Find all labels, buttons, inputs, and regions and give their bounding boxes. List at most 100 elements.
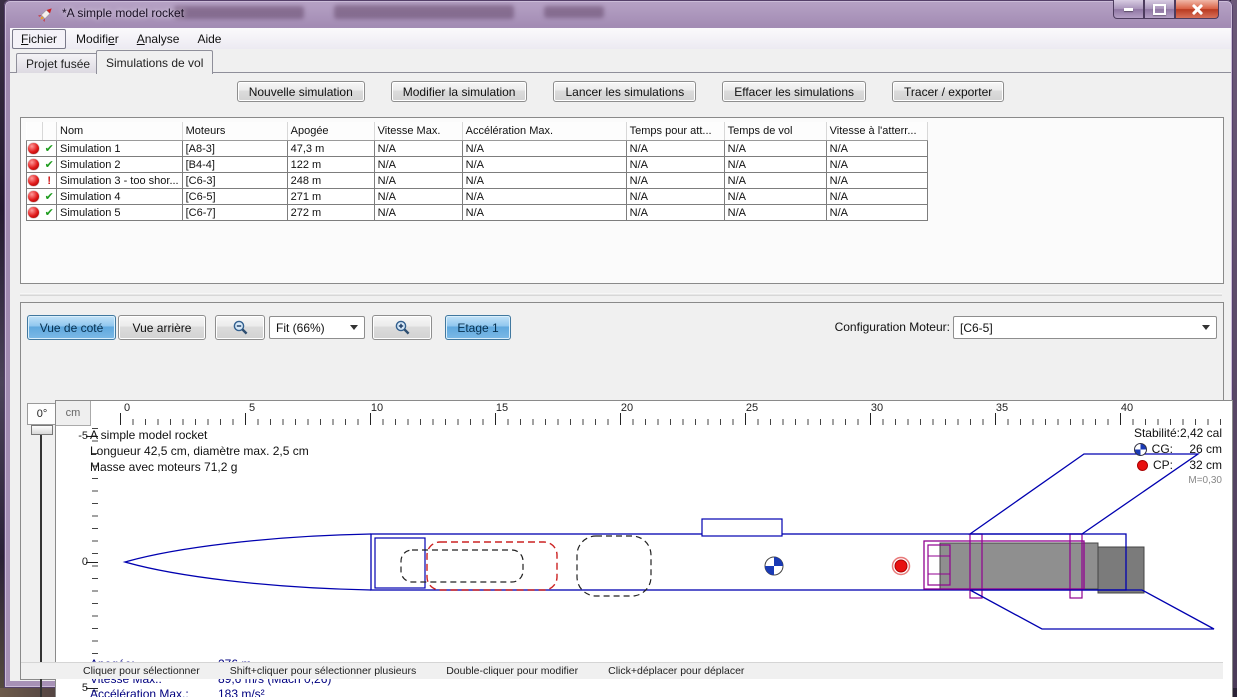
tab-simulations-de-vol[interactable]: Simulations de vol bbox=[96, 50, 213, 74]
shock-cord-dashed[interactable] bbox=[401, 550, 523, 582]
table-row[interactable]: ✔ Simulation 1[A8-3] 47,3 mN/A N/AN/A N/… bbox=[27, 141, 928, 157]
maximize-button[interactable] bbox=[1144, 0, 1175, 19]
selected-component-dashed[interactable] bbox=[427, 542, 557, 590]
table-row[interactable]: ✔ Simulation 4[C6-5] 271 mN/A N/AN/A N/A… bbox=[27, 189, 928, 205]
rocket-info: A simple model rocket Longueur 42,5 cm, … bbox=[90, 427, 309, 475]
simulations-table: Nom Moteurs Apogée Vitesse Max. Accéléra… bbox=[26, 122, 928, 221]
status-flag-icon: ✔ bbox=[43, 189, 57, 205]
chevron-down-icon bbox=[1202, 325, 1210, 330]
run-simulations-button[interactable]: Lancer les simulations bbox=[553, 81, 696, 102]
tab-projet-fusee[interactable]: Projet fusée bbox=[16, 53, 100, 73]
rocket-app-icon bbox=[38, 6, 54, 22]
application-window: *A simple model rocket Fichier Modifier … bbox=[4, 0, 1233, 688]
cp-value: 32 cm bbox=[1178, 457, 1222, 473]
back-view-button[interactable]: Vue arrière bbox=[118, 315, 206, 340]
magnifier-plus-icon bbox=[394, 319, 411, 336]
zoom-level-select[interactable]: Fit (66%) bbox=[269, 316, 365, 339]
rocket-view-panel: Vue de coté Vue arrière Fit (66%) bbox=[20, 302, 1224, 680]
launch-lug[interactable] bbox=[702, 519, 782, 536]
magnifier-minus-icon bbox=[232, 319, 249, 336]
col-acceleration-max[interactable]: Accélération Max. bbox=[462, 122, 626, 141]
maximize-icon bbox=[1153, 4, 1166, 15]
plot-export-button[interactable]: Tracer / exporter bbox=[892, 81, 1004, 102]
rotation-slider-handle[interactable] bbox=[31, 425, 53, 435]
minimize-button[interactable] bbox=[1113, 0, 1144, 19]
close-icon bbox=[1192, 4, 1203, 15]
status-flag-icon: ✔ bbox=[43, 205, 57, 221]
close-button[interactable] bbox=[1175, 0, 1219, 19]
status-flag-icon: ✔ bbox=[43, 141, 57, 157]
motor-configuration-select[interactable]: [C6-5] bbox=[953, 316, 1217, 339]
side-view-button[interactable]: Vue de coté bbox=[27, 315, 116, 340]
client-area: Projet fusée Simulations de vol Nouvelle… bbox=[10, 49, 1231, 681]
status-ball-icon bbox=[28, 159, 39, 170]
amax-value: 183 m/s² bbox=[218, 687, 265, 697]
table-row[interactable]: ! Simulation 3 - too shor...[C6-3] 248 m… bbox=[27, 173, 928, 189]
hint-drag: Click+déplacer pour déplacer bbox=[608, 665, 744, 677]
col-temps-de-vol[interactable]: Temps de vol bbox=[724, 122, 826, 141]
rocket-dimensions: Longueur 42,5 cm, diamètre max. 2,5 cm bbox=[90, 443, 309, 459]
panel-splitter[interactable] bbox=[20, 293, 1222, 296]
zoom-out-button[interactable] bbox=[215, 315, 265, 340]
status-flag-icon: ✔ bbox=[43, 157, 57, 173]
simulations-panel: Nom Moteurs Apogée Vitesse Max. Accéléra… bbox=[20, 117, 1224, 284]
nose-shoulder[interactable] bbox=[375, 538, 425, 588]
rocket-mass: Masse avec moteurs 71,2 g bbox=[90, 459, 309, 475]
col-temps-apogee[interactable]: Temps pour att... bbox=[626, 122, 724, 141]
titlebar[interactable]: *A simple model rocket bbox=[4, 0, 1233, 28]
hint-bar: Cliquer pour sélectionner Shift+cliquer … bbox=[21, 662, 1223, 679]
motor-casing[interactable] bbox=[940, 543, 1098, 589]
chevron-down-icon bbox=[350, 325, 358, 330]
screen: *A simple model rocket Fichier Modifier … bbox=[0, 0, 1237, 697]
stability-value: Stabilité:2,42 cal bbox=[1134, 425, 1222, 441]
zoom-in-button[interactable] bbox=[372, 315, 432, 340]
cg-label: CG: bbox=[1152, 441, 1173, 457]
rocket-name: A simple model rocket bbox=[90, 427, 309, 443]
cp-marker bbox=[893, 558, 910, 575]
motor-configuration-label: Configuration Moteur: bbox=[835, 320, 950, 334]
cg-icon bbox=[1134, 443, 1147, 456]
new-simulation-button[interactable]: Nouvelle simulation bbox=[237, 81, 365, 102]
table-row[interactable]: ✔ Simulation 2[B4-4] 122 mN/A N/AN/A N/A… bbox=[27, 157, 928, 173]
rotation-angle-value: 0° bbox=[27, 403, 57, 425]
cp-row: CP: 32 cm bbox=[1134, 457, 1222, 473]
window-title: *A simple model rocket bbox=[62, 6, 184, 20]
mach-value: M=0,30 bbox=[1134, 473, 1222, 489]
edit-simulation-button[interactable]: Modifier la simulation bbox=[391, 81, 528, 102]
col-vitesse-atterrissage[interactable]: Vitesse à l'atterr... bbox=[826, 122, 927, 141]
rotation-slider-track bbox=[40, 427, 42, 697]
col-vitesse-max[interactable]: Vitesse Max. bbox=[374, 122, 462, 141]
col-apogee[interactable]: Apogée bbox=[287, 122, 374, 141]
motor-overhang bbox=[1098, 547, 1144, 593]
hint-multi-select: Shift+cliquer pour sélectionner plusieur… bbox=[230, 665, 416, 677]
rocket-canvas[interactable]: cm 0 5 10 15 20 25 30 35 40 -5 0 5 bbox=[55, 400, 1233, 697]
glass-reflection bbox=[174, 6, 304, 19]
minimize-icon bbox=[1124, 8, 1133, 11]
menubar: Fichier Modifier Analyse Aide bbox=[10, 28, 1231, 50]
cg-marker bbox=[765, 557, 783, 575]
col-nom[interactable]: Nom bbox=[57, 122, 183, 141]
amax-label: Accélération Max.: bbox=[90, 687, 218, 697]
nose-cone[interactable] bbox=[125, 534, 371, 590]
table-header-row: Nom Moteurs Apogée Vitesse Max. Accéléra… bbox=[27, 122, 928, 141]
hint-select: Cliquer pour sélectionner bbox=[83, 665, 200, 677]
parachute-dashed[interactable] bbox=[577, 536, 651, 596]
view-toolbar: Vue de coté Vue arrière Fit (66%) bbox=[21, 303, 1223, 345]
tabstrip: Projet fusée Simulations de vol bbox=[10, 49, 1231, 72]
status-ball-icon bbox=[28, 175, 39, 186]
menu-fichier[interactable]: Fichier bbox=[12, 29, 66, 49]
status-ball-icon bbox=[28, 143, 39, 154]
cp-icon bbox=[1137, 460, 1148, 471]
cp-label: CP: bbox=[1153, 457, 1173, 473]
menu-modifier[interactable]: Modifier bbox=[68, 30, 127, 48]
glass-reflection bbox=[544, 6, 604, 18]
simulation-actions: Nouvelle simulation Modifier la simulati… bbox=[10, 81, 1231, 102]
delete-simulations-button[interactable]: Effacer les simulations bbox=[722, 81, 866, 102]
menu-analyse[interactable]: Analyse bbox=[129, 30, 188, 48]
stage-1-button[interactable]: Etage 1 bbox=[445, 315, 511, 340]
col-moteurs[interactable]: Moteurs bbox=[182, 122, 287, 141]
menu-aide[interactable]: Aide bbox=[189, 30, 229, 48]
table-row[interactable]: ✔ Simulation 5[C6-7] 272 mN/A N/AN/A N/A… bbox=[27, 205, 928, 221]
status-flag-icon: ! bbox=[43, 173, 57, 189]
fin-bottom[interactable] bbox=[970, 590, 1214, 629]
